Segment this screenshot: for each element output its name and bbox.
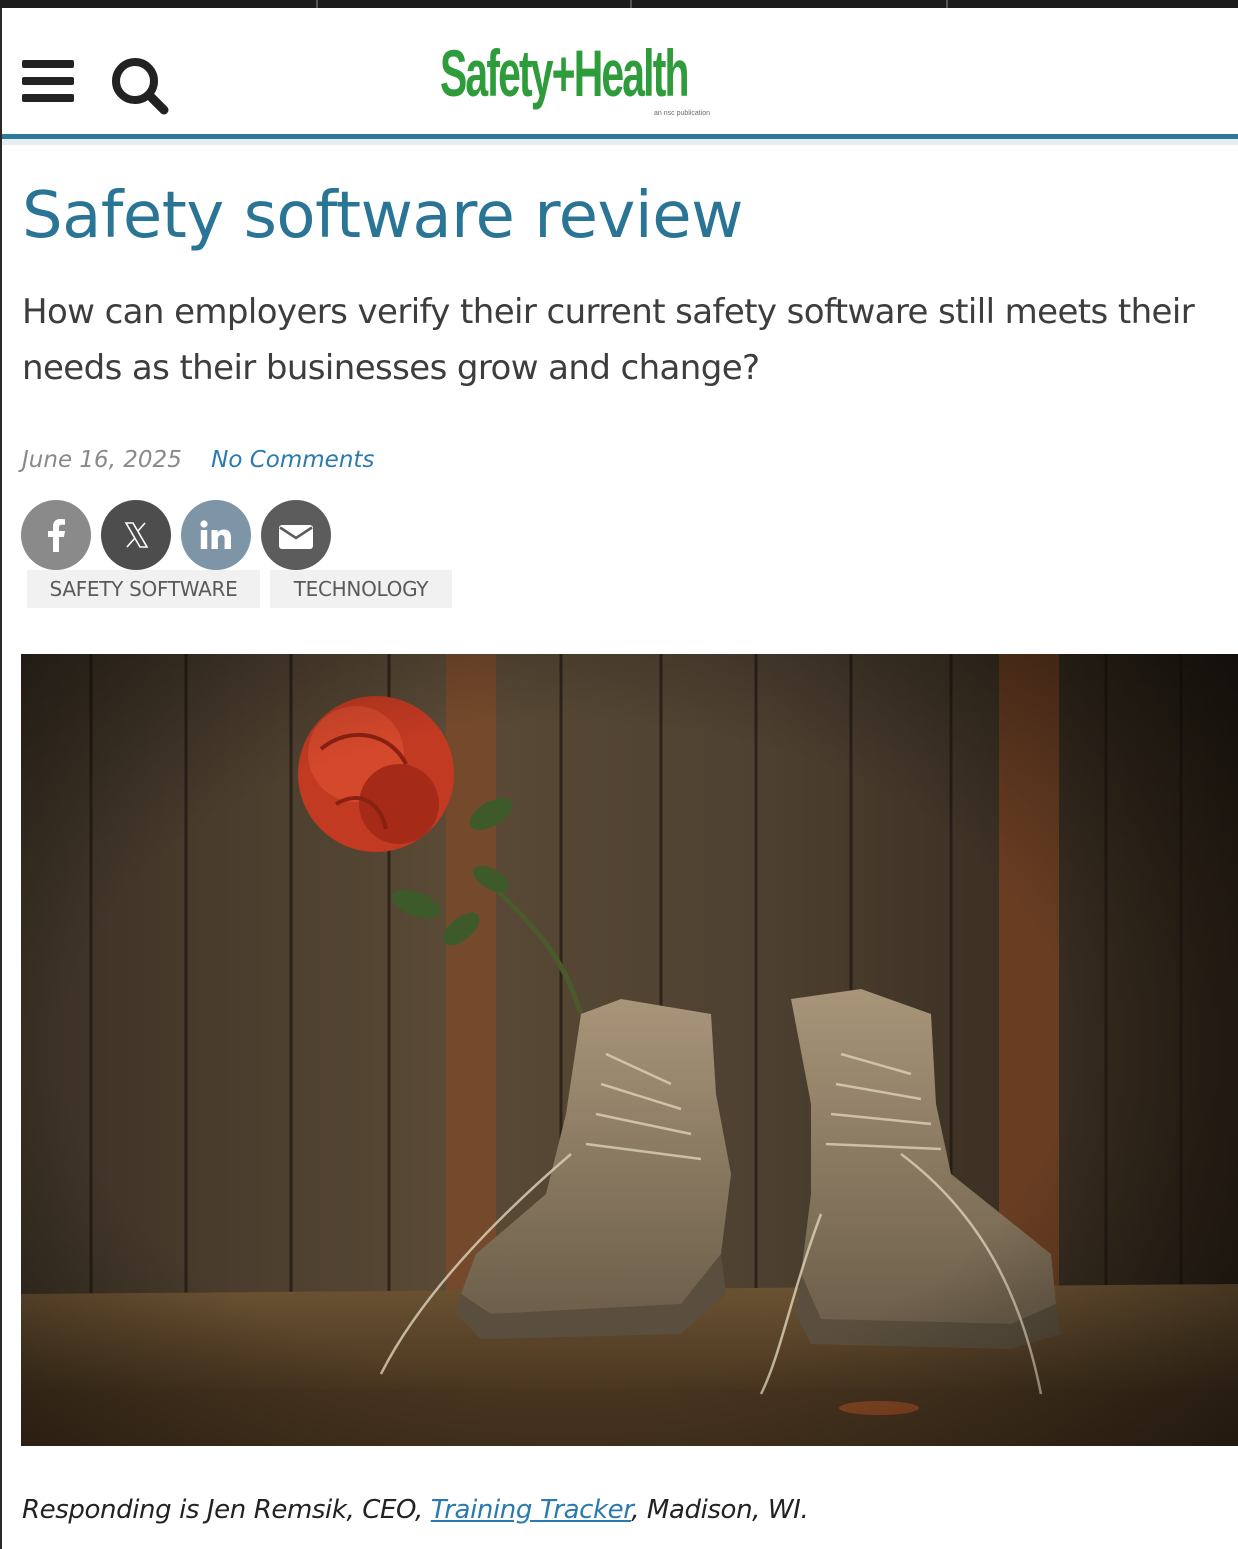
menu-icon-bar: [22, 94, 74, 102]
article-title: Safety software review: [22, 179, 743, 253]
share-email-button[interactable]: [261, 500, 331, 570]
facebook-icon: [48, 519, 65, 552]
share-facebook-button[interactable]: [21, 500, 91, 570]
site-header: Safety+Health an nsc publication: [2, 8, 1238, 134]
email-icon: [279, 525, 313, 549]
logo-wordmark: Safety+Health: [440, 36, 689, 110]
share-linkedin-button[interactable]: [181, 500, 251, 570]
strip-divider: [946, 0, 948, 8]
caption-prefix: Responding is Jen Remsik, CEO,: [22, 1495, 431, 1525]
x-icon: [124, 522, 149, 548]
image-caption: Responding is Jen Remsik, CEO, Training …: [22, 1490, 809, 1530]
tag-safety-software[interactable]: SAFETY SOFTWARE: [27, 570, 260, 608]
article-dek: How can employers verify their current s…: [22, 292, 1195, 388]
linkedin-icon: [200, 520, 231, 549]
browser-top-strip: [0, 0, 1238, 8]
menu-icon-bar: [22, 60, 74, 68]
site-logo[interactable]: Safety+Health an nsc publication: [440, 28, 760, 128]
menu-icon-bar: [22, 77, 74, 85]
hero-image: [21, 654, 1238, 1446]
share-x-button[interactable]: [101, 500, 171, 570]
strip-divider: [316, 0, 318, 8]
strip-divider: [630, 0, 632, 8]
tag-technology[interactable]: TECHNOLOGY: [270, 570, 452, 608]
publish-date: June 16, 2025: [22, 447, 182, 473]
menu-button[interactable]: [22, 56, 76, 104]
article-meta: June 16, 2025 No Comments: [22, 440, 374, 480]
logo-subtitle: an nsc publication: [654, 110, 711, 117]
comments-link[interactable]: No Comments: [211, 447, 374, 473]
window-frame-left: [0, 8, 2, 1549]
training-tracker-link[interactable]: Training Tracker: [431, 1495, 632, 1525]
caption-suffix: , Madison, WI.: [631, 1495, 809, 1525]
header-divider-light: [2, 139, 1238, 145]
search-icon[interactable]: [108, 52, 172, 116]
